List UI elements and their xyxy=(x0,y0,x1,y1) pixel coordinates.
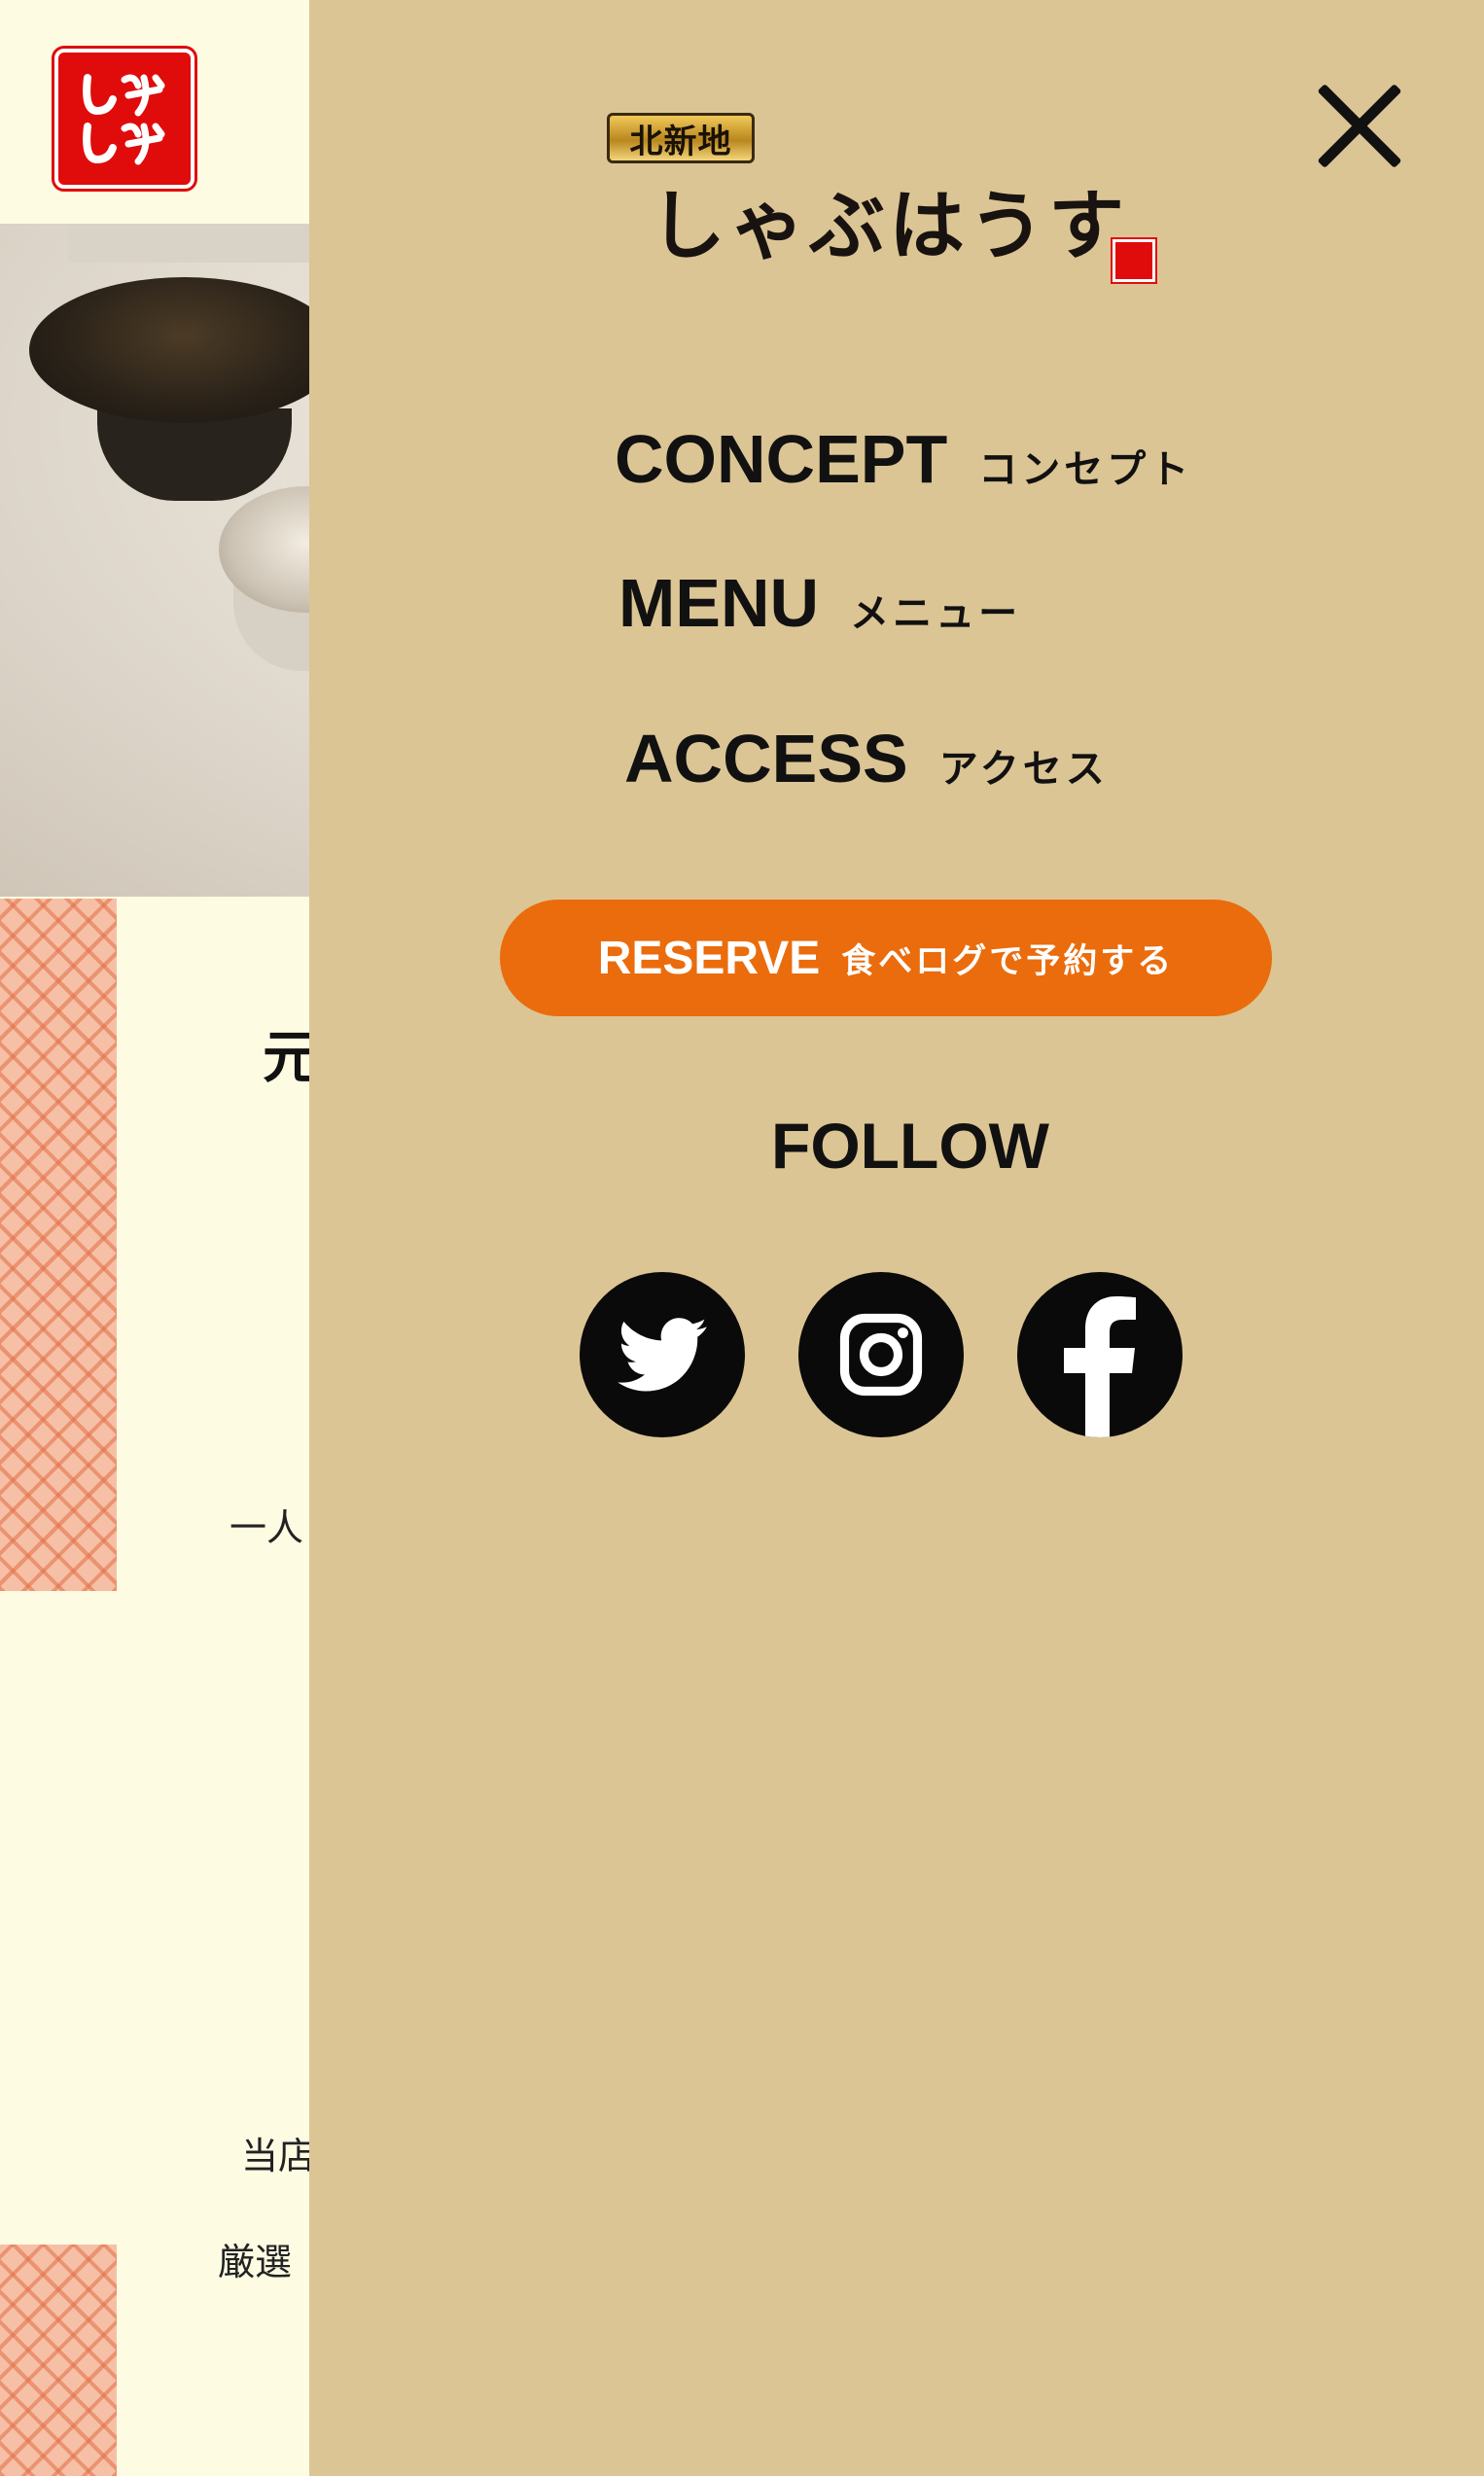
body-text-fragment: 一人 xyxy=(230,1506,304,1549)
follow-heading: FOLLOW xyxy=(771,1110,1049,1182)
seal-logo-icon xyxy=(83,74,165,165)
brand-seal-icon xyxy=(1111,237,1157,284)
reserve-sublabel: 食べログで予約する xyxy=(841,941,1175,980)
nav-item-label: ACCESS xyxy=(624,721,908,796)
nav-item-access[interactable]: ACCESS アクセス xyxy=(624,720,1109,797)
instagram-link[interactable] xyxy=(798,1272,964,1437)
navigation-drawer xyxy=(309,0,1484,2476)
facebook-link[interactable] xyxy=(1017,1272,1183,1437)
nav-item-label: MENU xyxy=(618,565,820,641)
nav-item-concept[interactable]: CONCEPT コンセプト xyxy=(615,420,1192,498)
nav-item-label: CONCEPT xyxy=(615,421,948,497)
brand-logo[interactable]: 北新地 しゃぶはうす xyxy=(603,109,1157,284)
reserve-label: RESERVE xyxy=(597,932,821,984)
brand-badge: 北新地 xyxy=(607,113,755,163)
body-text-fragment: 厳選 xyxy=(218,2241,293,2283)
close-menu-button[interactable] xyxy=(1313,80,1406,173)
nav-item-sublabel: コンセプト xyxy=(978,448,1193,491)
reserve-button[interactable]: RESERVE 食べログで予約する xyxy=(500,900,1272,1016)
japanese-pattern-decoration xyxy=(0,899,117,1591)
shabu-seal-logo[interactable] xyxy=(52,46,197,192)
facebook-icon xyxy=(1064,1296,1136,1437)
nav-item-sublabel: メニュー xyxy=(850,592,1022,635)
japanese-pattern-decoration xyxy=(0,2245,117,2476)
nav-item-sublabel: アクセス xyxy=(938,748,1109,791)
nav-item-menu[interactable]: MENU メニュー xyxy=(618,564,1021,642)
body-text-fragment: 当店 xyxy=(241,2135,316,2177)
brand-name: しゃぶはうす xyxy=(650,182,1129,270)
twitter-icon xyxy=(618,1318,707,1392)
twitter-link[interactable] xyxy=(580,1272,745,1437)
instagram-icon xyxy=(839,1313,923,1397)
